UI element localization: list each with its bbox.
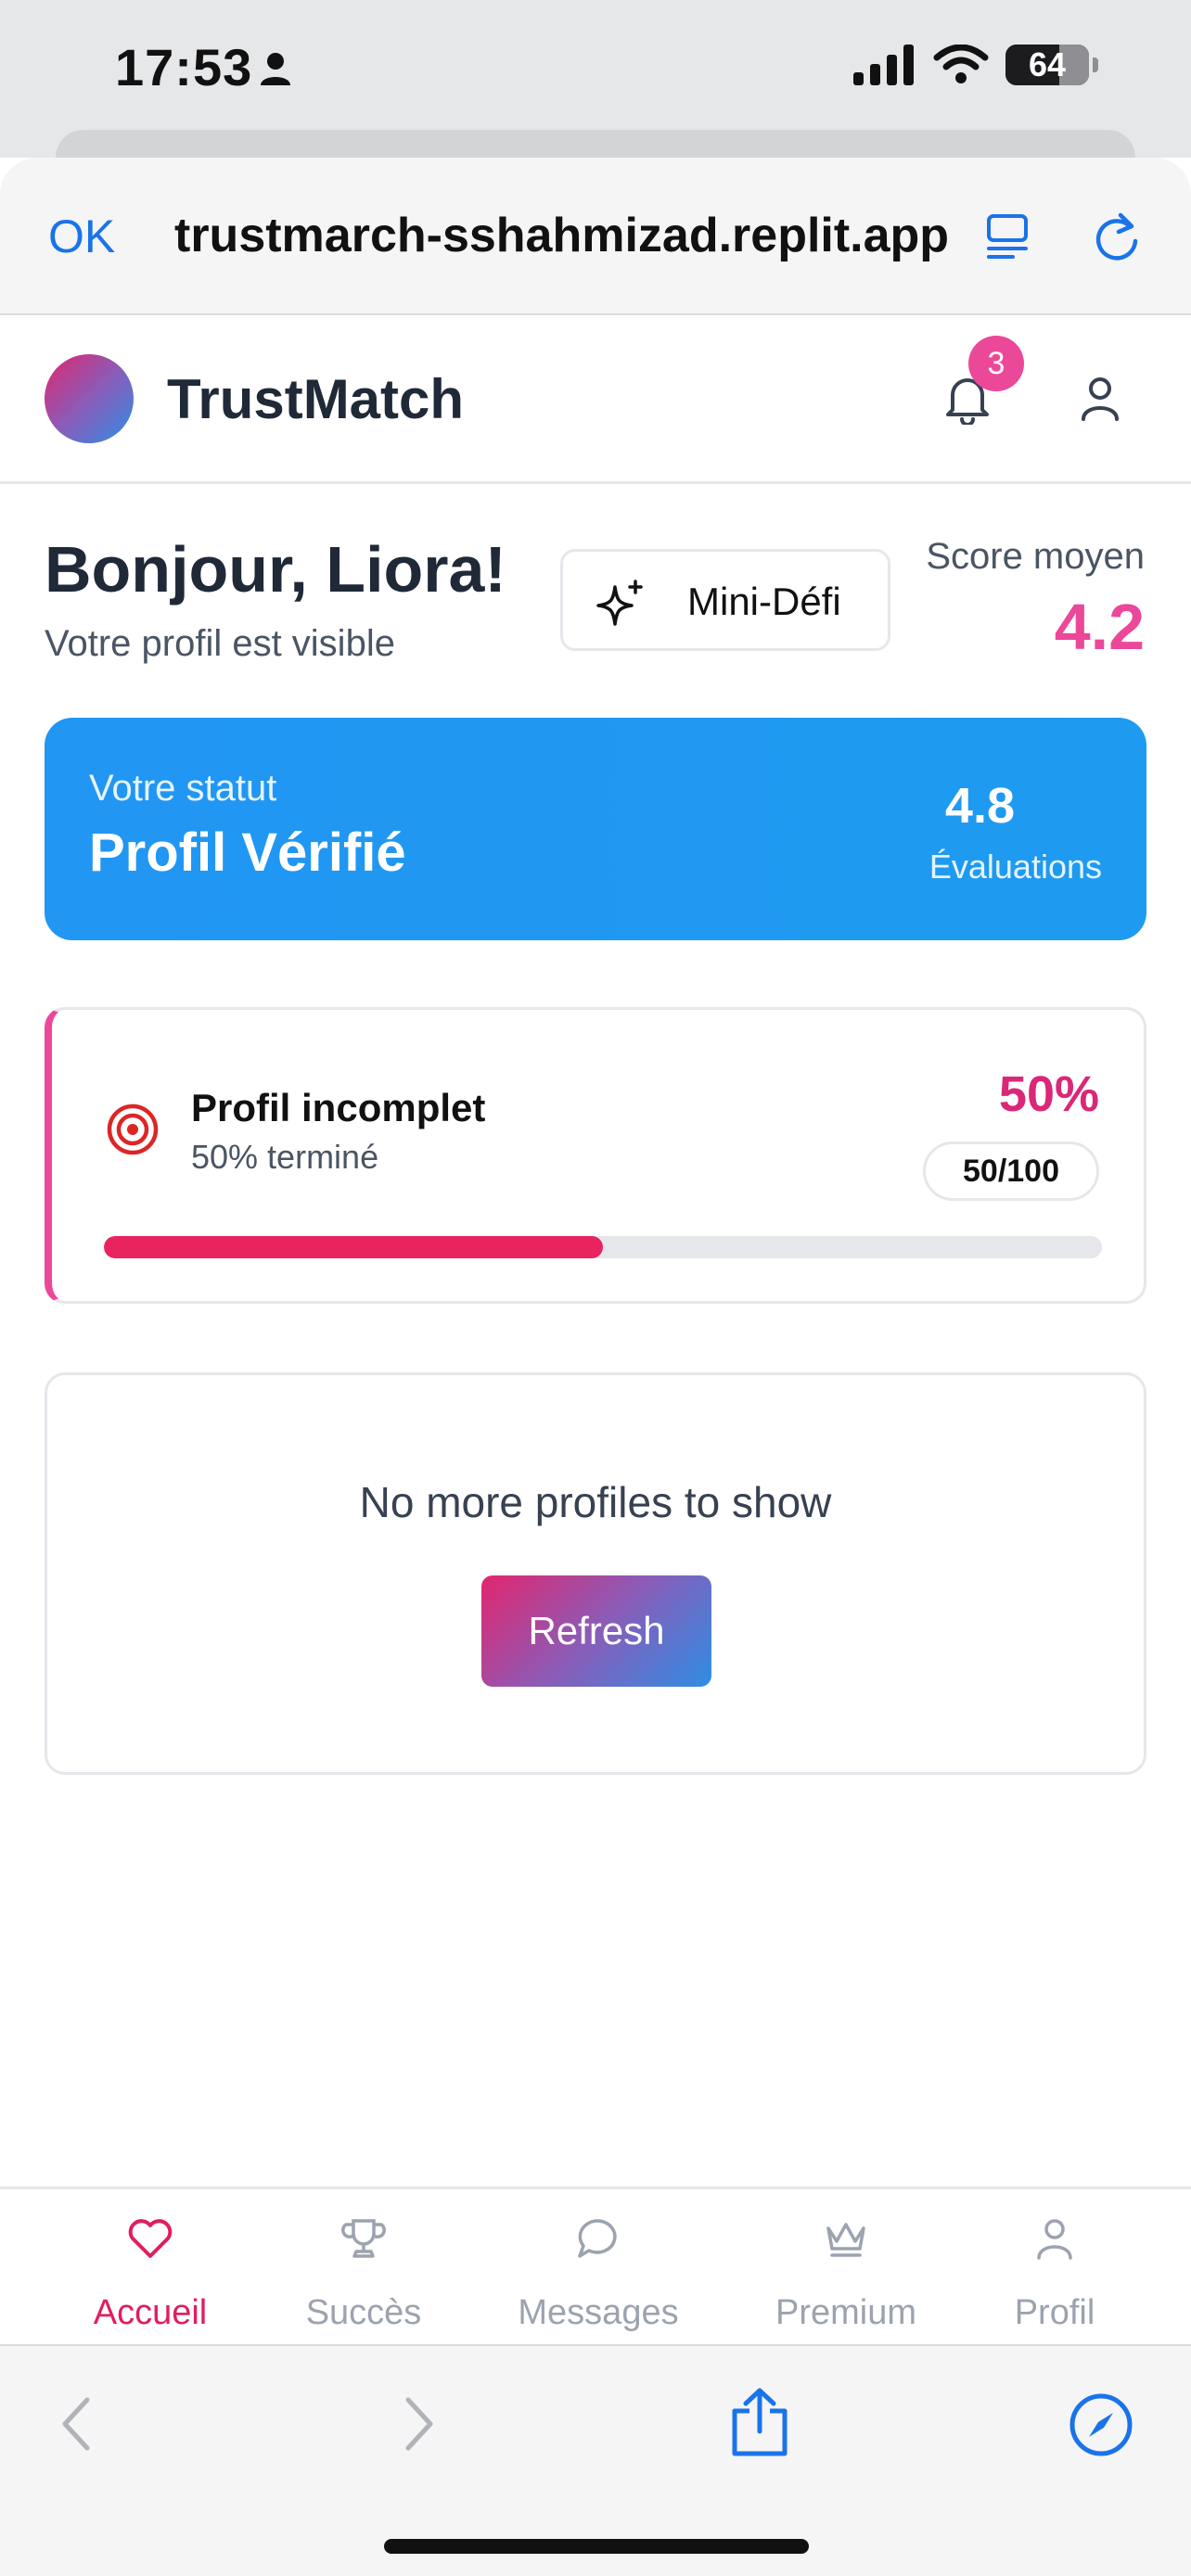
chat-bubble-icon — [578, 2219, 617, 2258]
progress-points-pill: 50/100 — [923, 1141, 1099, 1201]
nav-label-messages: Messages — [518, 2293, 679, 2332]
profile-visibility-text: Votre profil est visible — [45, 623, 395, 664]
score-value: 4.2 — [1054, 591, 1145, 663]
share-icon[interactable] — [729, 2387, 790, 2457]
user-icon — [1037, 2219, 1072, 2260]
user-icon[interactable] — [1080, 376, 1121, 421]
battery-cap — [1093, 57, 1098, 72]
mini-defi-label: Mini-Défi — [687, 580, 841, 623]
crown-icon — [826, 2223, 865, 2257]
target-icon — [107, 1103, 159, 1155]
brand-name[interactable]: TrustMatch — [167, 367, 464, 431]
cellular-signal-icon — [853, 45, 914, 85]
progress-subtitle: 50% terminé — [191, 1138, 379, 1176]
wifi-icon — [933, 45, 989, 83]
forward-arrow-icon[interactable] — [401, 2396, 438, 2452]
home-indicator — [384, 2539, 809, 2554]
progress-percent: 50% — [998, 1066, 1099, 1122]
nav-item-messages[interactable]: Messages — [496, 2208, 700, 2333]
mini-defi-button[interactable]: Mini-Défi — [560, 549, 890, 651]
nav-item-premium[interactable]: Premium — [744, 2208, 948, 2333]
app-header: TrustMatch 3 — [0, 315, 1191, 484]
nav-item-profil[interactable]: Profil — [953, 2208, 1157, 2333]
status-title: Profil Vérifié — [89, 823, 406, 883]
browser-header: OK trustmarch-sshahmizad.replit.app — [0, 158, 1191, 315]
tabs-icon[interactable] — [985, 213, 1031, 260]
ok-button[interactable]: OK — [48, 210, 115, 263]
score-label: Score moyen — [926, 536, 1145, 577]
reload-icon[interactable] — [1093, 210, 1141, 263]
nav-label-profil: Profil — [1014, 2293, 1095, 2332]
refresh-button[interactable]: Refresh — [481, 1575, 711, 1687]
brand-logo[interactable] — [45, 354, 134, 443]
empty-message: No more profiles to show — [359, 1478, 832, 1526]
url-text[interactable]: trustmarch-sshahmizad.replit.app — [174, 208, 949, 263]
status-label: Votre statut — [89, 768, 277, 809]
greeting-title: Bonjour, Liora! — [45, 533, 506, 606]
rating-label: Évaluations — [928, 848, 1102, 886]
progress-bar-fill — [104, 1236, 603, 1258]
rating-value: 4.8 — [944, 778, 1015, 834]
status-bar: 17:53 64 — [0, 0, 1191, 185]
back-arrow-icon[interactable] — [58, 2396, 95, 2452]
nav-label-accueil: Accueil — [93, 2293, 208, 2332]
verified-status-card: Votre statut Profil Vérifié 4.8 Évaluati… — [45, 718, 1146, 940]
profile-progress-card[interactable]: Profil incomplet 50% terminé 50% 50/100 — [45, 1007, 1146, 1304]
progress-bar — [104, 1236, 1102, 1258]
battery-icon: 64 — [1005, 45, 1089, 85]
compass-icon[interactable] — [1069, 2392, 1133, 2457]
empty-profiles-card: No more profiles to show Refresh — [45, 1372, 1146, 1775]
heart-icon — [128, 2219, 173, 2258]
nav-label-succes: Succès — [305, 2293, 422, 2332]
status-indicators: 64 — [853, 45, 1098, 85]
nav-label-premium: Premium — [775, 2293, 917, 2332]
progress-title: Profil incomplet — [191, 1086, 486, 1129]
nav-item-succes[interactable]: Succès — [262, 2208, 466, 2333]
status-time: 17:53 — [115, 38, 253, 96]
trophy-icon — [341, 2219, 386, 2258]
nav-item-accueil[interactable]: Accueil — [48, 2208, 252, 2333]
sparkles-icon — [596, 580, 643, 626]
person-icon — [261, 53, 290, 85]
battery-level: 64 — [1028, 45, 1067, 83]
notification-badge: 3 — [968, 336, 1024, 391]
bottom-navigation: Accueil Succès Messages Premium Profil — [0, 2187, 1191, 2344]
